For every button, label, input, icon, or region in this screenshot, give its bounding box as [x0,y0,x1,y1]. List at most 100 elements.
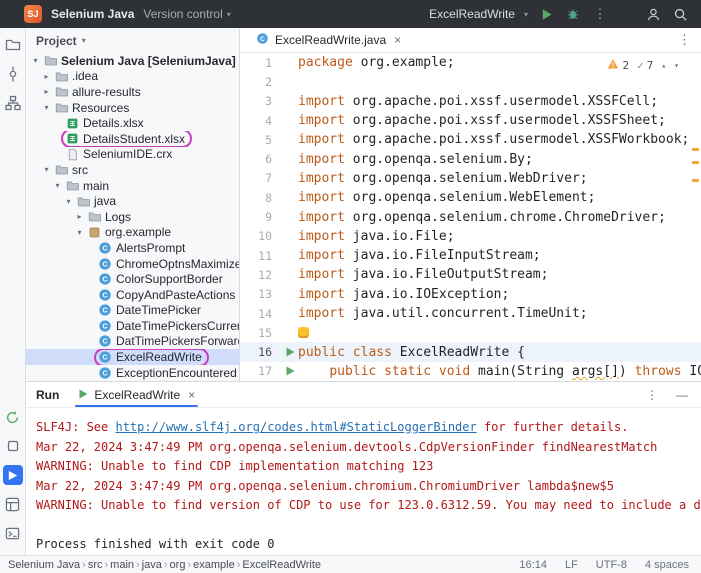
tree-item-src[interactable]: ▾ src [26,162,239,178]
caret-position[interactable]: 16:14 [519,559,547,571]
close-icon[interactable]: × [188,388,195,402]
chevron-down-icon[interactable]: ▾ [41,165,52,174]
tree-item-logs[interactable]: ▸ Logs [26,209,239,225]
run-config-selector[interactable]: ExcelReadWrite [429,7,515,21]
tree-item-alertsprompt[interactable]: C AlertsPrompt [26,240,239,256]
chevron-down-icon[interactable]: ▾ [82,36,86,45]
tree-item-idea[interactable]: ▸ .idea [26,69,239,85]
console-line: SLF4J: See http://www.slf4j.org/codes.ht… [36,420,629,435]
run-panel-header: Run ExcelReadWrite × ⋮ — [26,382,701,409]
tree-item-java[interactable]: ▾ java [26,193,239,209]
breadcrumb-item[interactable]: org [170,559,186,571]
checks-indicator[interactable]: ✓ 7 [637,59,653,72]
chevron-down-icon[interactable]: ▾ [74,228,85,237]
structure-icon[interactable] [3,93,23,113]
tree-item-detailsstudent-xlsx[interactable]: DetailsStudent.xlsx [26,130,239,147]
breadcrumb-item[interactable]: example [193,559,235,571]
line-number: 11 [258,248,272,263]
stop-icon[interactable] [3,436,23,456]
more-actions-icon[interactable]: ⋮ [591,5,609,23]
tree-item-resources[interactable]: ▾ Resources [26,100,239,116]
services-icon[interactable] [3,494,23,514]
class-icon: C [97,287,113,302]
chevron-down-icon[interactable]: ▾ [63,197,74,206]
code-line-3: 3 import org.apache.poi.xssf.usermodel.XS… [240,92,701,111]
tree-item-copyandpasteactions[interactable]: C CopyAndPasteActions [26,287,239,303]
close-icon[interactable]: × [394,33,401,47]
rerun-icon[interactable] [3,407,23,427]
chevron-right-icon[interactable]: ▸ [41,87,52,96]
run-gutter-icon[interactable] [282,347,298,357]
chevron-down-icon[interactable]: ▾ [52,181,63,190]
tree-item-details-xlsx[interactable]: Details.xlsx [26,115,239,131]
run-tab[interactable]: ExcelReadWrite × [71,382,202,408]
chevron-right-icon[interactable]: ▸ [74,212,85,221]
run-button[interactable] [537,5,555,23]
hide-icon[interactable]: — [673,388,691,402]
code-line-13: 13 import java.io.IOException; [240,285,701,304]
code-area[interactable]: 1 package org.example; 2 3 import org.apache… [240,53,701,381]
folder-icon [53,69,69,84]
chevron-down-icon[interactable]: ▾ [30,56,41,65]
vcs-widget[interactable]: Version control ▾ [143,7,230,21]
run-gutter-icon[interactable] [282,366,298,376]
tree-item-selenium-java-seleniumjava[interactable]: ▾Selenium Java [SeleniumJava]~/IdeaProje… [26,53,239,69]
class-icon: C [256,32,269,48]
chevron-down-icon[interactable]: ▾ [41,103,52,112]
breadcrumb-item[interactable]: ExcelReadWrite [242,559,321,571]
project-icon[interactable] [3,35,23,55]
commit-icon[interactable] [3,64,23,84]
tree-item-seleniumide-crx[interactable]: SeleniumIDE.crx [26,147,239,163]
tree-item-excelreadwrite[interactable]: C ExcelReadWrite [26,349,239,365]
project-panel-title[interactable]: Project [36,34,77,48]
breadcrumb-item[interactable]: java [142,559,162,571]
intention-bulb-icon[interactable] [298,327,309,339]
tree-item-exceptionencountered[interactable]: C ExceptionEncountered [26,365,239,381]
line-ending[interactable]: LF [565,559,578,571]
encoding[interactable]: UTF-8 [596,559,627,571]
scrollbar-warning-marker[interactable] [692,161,699,164]
breadcrumb-item[interactable]: Selenium Java [8,559,80,571]
console-link[interactable]: http://www.slf4j.org/codes.html#StaticLo… [115,420,476,434]
breadcrumb-item[interactable]: src [88,559,103,571]
scrollbar-warning-marker[interactable] [692,148,699,151]
stripe-bottom [0,400,25,543]
line-number: 8 [265,190,272,205]
more-vertical-icon[interactable]: ⋮ [678,32,695,48]
warnings-indicator[interactable]: 2 [607,58,629,73]
prev-issue-icon[interactable]: ▴ [661,61,666,70]
more-vertical-icon[interactable]: ⋮ [643,388,661,402]
tree-item-dattimepickersforward[interactable]: C DatTimePickersForward [26,334,239,350]
tree-item-main[interactable]: ▾ main [26,178,239,194]
code-text: import java.util.concurrent.TimeUnit; [298,306,588,321]
tree-item-datetimepickerscurrent[interactable]: C DateTimePickersCurrent [26,318,239,334]
chevron-right-icon[interactable]: ▸ [41,72,52,81]
scrollbar-warning-marker[interactable] [692,179,699,182]
tree-item-datetimepicker[interactable]: C DateTimePicker [26,303,239,319]
breadcrumbs: Selenium Java › src › main › java › org › example ›… [8,559,321,571]
inspections-widget[interactable]: 2 ✓ 7 ▴ ▾ [601,56,685,75]
tree-item-label: Logs [105,209,132,224]
line-number: 16 [258,345,272,360]
next-issue-icon[interactable]: ▾ [674,61,679,70]
top-row: Project ▾ ▾Selenium Java [SeleniumJava]~… [26,28,701,382]
user-icon[interactable] [644,5,662,23]
console-line: WARNING: Unable to find version of CDP t… [36,498,701,513]
editor-tab[interactable]: C ExcelReadWrite.java × [248,28,409,52]
tree-item-chromeoptnsmaximized[interactable]: C ChromeOptnsMaximized [26,256,239,272]
code-text: package org.example; [298,55,455,71]
tree-item-label: src [72,162,88,177]
code-text: public class ExcelReadWrite { [298,344,525,360]
breadcrumb-item[interactable]: main [110,559,134,571]
tree-item-colorsupportborder[interactable]: C ColorSupportBorder [26,271,239,287]
terminal-icon[interactable] [3,523,23,543]
project-widget[interactable]: Selenium Java [51,7,134,21]
tree-item-org-example[interactable]: ▾ org.example [26,225,239,241]
run-icon[interactable] [2,465,23,485]
console-output[interactable]: SLF4J: See http://www.slf4j.org/codes.ht… [26,408,701,555]
debug-icon[interactable] [564,5,582,23]
indent-setting[interactable]: 4 spaces [645,559,689,571]
search-icon[interactable] [671,5,689,23]
tree-item-allure-results[interactable]: ▸ allure-results [26,84,239,100]
